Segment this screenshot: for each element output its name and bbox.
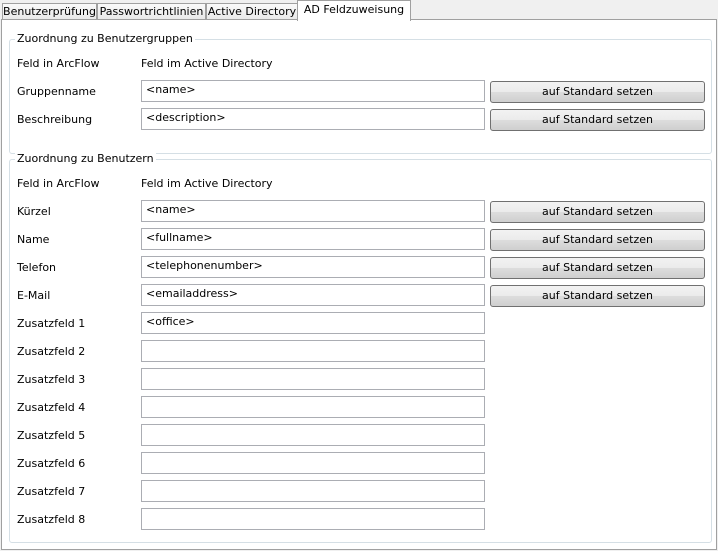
- label-zusatzfeld-3: Zusatzfeld 3: [17, 373, 86, 386]
- zusatzfeld-4-field[interactable]: [141, 396, 485, 418]
- zusatzfeld-3-field[interactable]: [141, 368, 485, 390]
- tab-benutzerpruefung[interactable]: Benutzerprüfung: [2, 3, 97, 20]
- label-zusatzfeld-1: Zusatzfeld 1: [17, 317, 86, 330]
- telefon-reset-button[interactable]: auf Standard setzen: [490, 257, 705, 279]
- label-beschreibung: Beschreibung: [17, 113, 93, 126]
- groupbox-benutzergruppen-title: Zuordnung zu Benutzergruppen: [15, 32, 195, 45]
- tab-passwortrichtlinien[interactable]: Passwortrichtlinien: [97, 3, 206, 20]
- beschreibung-field[interactable]: <description>: [141, 108, 485, 130]
- name-reset-button[interactable]: auf Standard setzen: [490, 229, 705, 251]
- label-zusatzfeld-8: Zusatzfeld 8: [17, 513, 86, 526]
- label-zusatzfeld-5: Zusatzfeld 5: [17, 429, 86, 442]
- zusatzfeld-8-field[interactable]: [141, 508, 485, 530]
- label-gruppenname: Gruppenname: [17, 85, 96, 98]
- tab-panel-ad-feldzuweisung: Zuordnung zu Benutzergruppen Feld in Arc…: [1, 19, 717, 550]
- telefon-field[interactable]: <telephonenumber>: [141, 256, 485, 278]
- label-kuerzel: Kürzel: [17, 205, 51, 218]
- gruppenname-reset-button[interactable]: auf Standard setzen: [490, 81, 705, 103]
- name-field[interactable]: <fullname>: [141, 228, 485, 250]
- header-feld-im-active-directory: Feld im Active Directory: [141, 177, 273, 190]
- zusatzfeld-2-field[interactable]: [141, 340, 485, 362]
- label-name: Name: [17, 233, 50, 246]
- header-feld-in-arcflow: Feld in ArcFlow: [17, 177, 100, 190]
- groupbox-benutzer-title: Zuordnung zu Benutzern: [15, 152, 156, 165]
- label-zusatzfeld-4: Zusatzfeld 4: [17, 401, 86, 414]
- gruppenname-field[interactable]: <name>: [141, 80, 485, 102]
- kuerzel-field[interactable]: <name>: [141, 200, 485, 222]
- tab-ad-feldzuweisung[interactable]: AD Feldzuweisung: [297, 0, 411, 21]
- label-email: E-Mail: [17, 289, 51, 302]
- beschreibung-reset-button[interactable]: auf Standard setzen: [490, 109, 705, 131]
- label-zusatzfeld-7: Zusatzfeld 7: [17, 485, 86, 498]
- label-zusatzfeld-6: Zusatzfeld 6: [17, 457, 86, 470]
- header-feld-in-arcflow: Feld in ArcFlow: [17, 57, 100, 70]
- zusatzfeld-5-field[interactable]: [141, 424, 485, 446]
- header-feld-im-active-directory: Feld im Active Directory: [141, 57, 273, 70]
- email-reset-button[interactable]: auf Standard setzen: [490, 285, 705, 307]
- kuerzel-reset-button[interactable]: auf Standard setzen: [490, 201, 705, 223]
- email-field[interactable]: <emailaddress>: [141, 284, 485, 306]
- label-telefon: Telefon: [17, 261, 57, 274]
- zusatzfeld-6-field[interactable]: [141, 452, 485, 474]
- zusatzfeld-1-field[interactable]: <office>: [141, 312, 485, 334]
- tab-active-directory[interactable]: Active Directory: [206, 3, 298, 20]
- zusatzfeld-7-field[interactable]: [141, 480, 485, 502]
- label-zusatzfeld-2: Zusatzfeld 2: [17, 345, 86, 358]
